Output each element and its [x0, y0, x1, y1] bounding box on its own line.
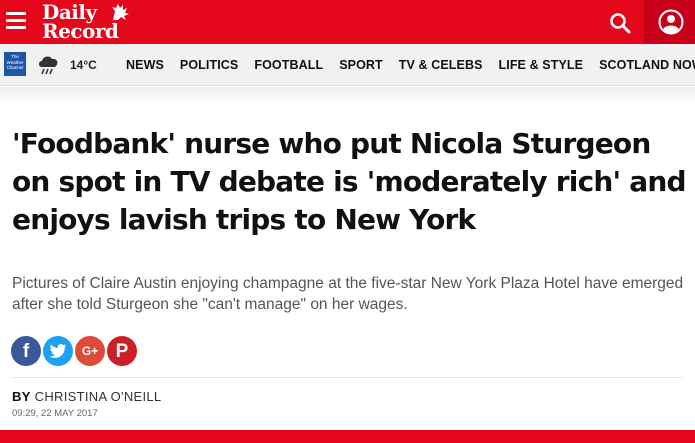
- nav-bar: The Weather Channel 14°C NEWS POLITICS F…: [0, 44, 695, 86]
- share-googleplus-button[interactable]: G+: [75, 336, 105, 366]
- share-buttons: f G+ P: [11, 336, 139, 366]
- share-twitter-button[interactable]: [43, 336, 73, 366]
- site-logo[interactable]: Daily Record: [42, 1, 152, 43]
- nav-item-politics[interactable]: POLITICS: [180, 58, 238, 72]
- byline-divider: [12, 377, 683, 378]
- twitter-icon: [49, 344, 66, 359]
- nav-item-scotland-now[interactable]: SCOTLAND NOW: [599, 58, 695, 72]
- byline-prefix: BY: [12, 389, 31, 404]
- rain-cloud-icon: [39, 56, 58, 75]
- header-shadow: [0, 87, 695, 107]
- main-navigation: NEWS POLITICS FOOTBALL SPORT TV & CELEBS…: [118, 44, 695, 86]
- article-byline: BY CHRISTINA O'NEILL: [12, 389, 161, 404]
- author-link[interactable]: CHRISTINA O'NEILL: [35, 389, 162, 404]
- googleplus-icon: G+: [81, 344, 99, 358]
- red-banner-strip: [0, 430, 695, 443]
- nav-item-life-style[interactable]: LIFE & STYLE: [499, 58, 584, 72]
- nav-item-tv-celebs[interactable]: TV & CELEBS: [399, 58, 483, 72]
- logo-line-record: Record: [42, 19, 119, 43]
- weather-channel-logo[interactable]: The Weather Channel: [4, 52, 26, 76]
- temperature[interactable]: 14°C: [70, 58, 97, 72]
- account-button[interactable]: [644, 0, 695, 44]
- site-header: Daily Record: [0, 0, 695, 44]
- pinterest-icon: P: [115, 341, 129, 362]
- search-icon[interactable]: [608, 11, 632, 35]
- share-facebook-button[interactable]: f: [11, 336, 41, 366]
- article-headline: 'Foodbank' nurse who put Nicola Sturgeon…: [12, 127, 687, 236]
- hamburger-menu-icon[interactable]: [6, 12, 26, 32]
- article-standfirst: Pictures of Claire Austin enjoying champ…: [12, 275, 684, 313]
- facebook-icon: f: [22, 341, 30, 362]
- share-pinterest-button[interactable]: P: [107, 336, 137, 366]
- article-date: 09:29, 22 MAY 2017: [12, 408, 98, 419]
- nav-item-football[interactable]: FOOTBALL: [254, 58, 323, 72]
- nav-item-sport[interactable]: SPORT: [339, 58, 383, 72]
- user-account-icon: [658, 9, 684, 35]
- nav-item-news[interactable]: NEWS: [126, 58, 164, 72]
